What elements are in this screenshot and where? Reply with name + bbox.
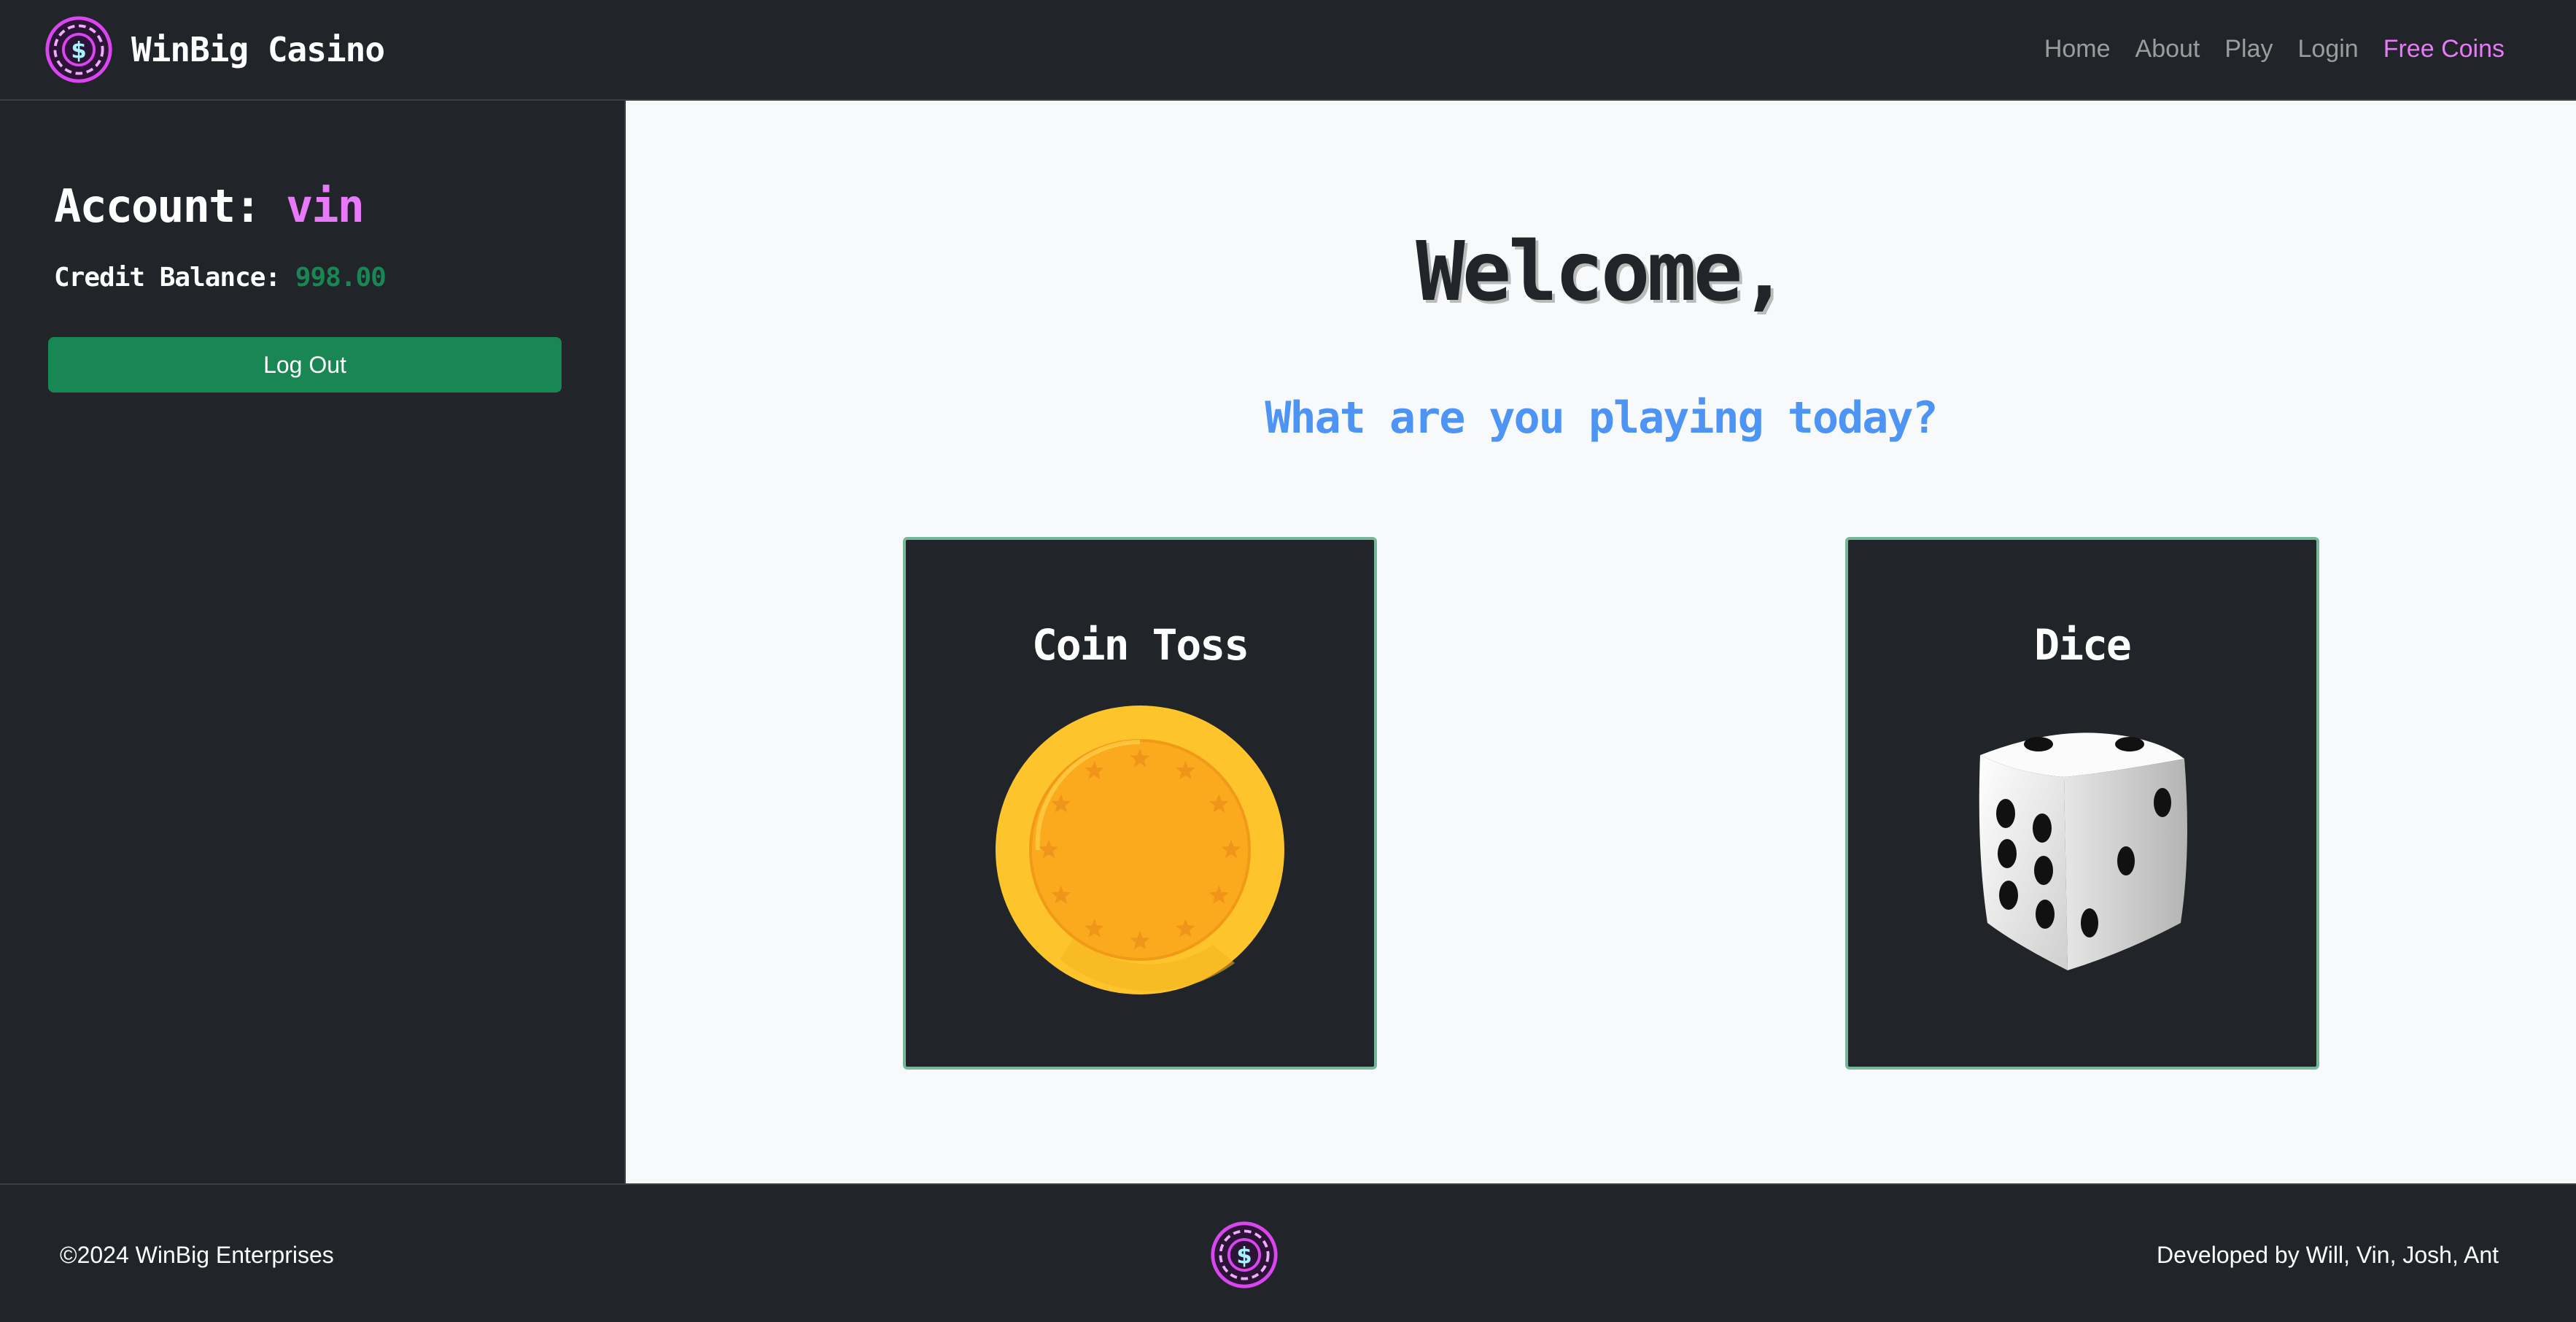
nav-links: Home About Play Login Free Coins xyxy=(2020,29,2505,69)
nav-link-home[interactable]: Home xyxy=(2044,35,2111,63)
top-navbar: $ WinBig Casino Home About Play Login Fr… xyxy=(0,0,2576,101)
casino-chip-logo-icon: $ xyxy=(45,16,112,83)
dice-icon xyxy=(1979,732,2187,970)
svg-text:$: $ xyxy=(1236,1243,1252,1269)
credit-balance-label: Credit Balance: xyxy=(54,263,281,293)
svg-text:$: $ xyxy=(71,38,86,64)
account-sidebar: Account: vin Credit Balance: 998.00 Log … xyxy=(0,101,626,1183)
coin-icon xyxy=(996,706,1284,994)
account-label: Account: xyxy=(54,179,262,233)
nav-link-login[interactable]: Login xyxy=(2298,35,2359,63)
credit-balance: Credit Balance: 998.00 xyxy=(54,263,387,293)
game-card-title: Coin Toss xyxy=(1031,620,1249,670)
account-username: vin xyxy=(285,179,365,233)
casino-chip-logo-icon: $ xyxy=(1211,1221,1278,1288)
page-footer: ©2024 WinBig Enterprises $ Developed by … xyxy=(0,1183,2576,1322)
copyright-text: ©2024 WinBig Enterprises xyxy=(60,1242,334,1268)
nav-link-free-coins[interactable]: Free Coins xyxy=(2383,35,2505,63)
developer-credits: Developed by Will, Vin, Josh, Ant xyxy=(2157,1242,2499,1268)
game-prompt: What are you playing today? xyxy=(1265,393,1938,444)
credit-balance-value: 998.00 xyxy=(295,263,387,293)
game-card-title: Dice xyxy=(2034,620,2132,670)
welcome-heading: Welcome, xyxy=(1416,225,1788,320)
main-content: Welcome, What are you playing today? Coi… xyxy=(626,101,2576,1183)
nav-link-play[interactable]: Play xyxy=(2224,35,2273,63)
account-heading: Account: vin xyxy=(54,179,365,233)
game-card-coin-toss[interactable]: Coin Toss xyxy=(903,537,1377,1070)
nav-link-about[interactable]: About xyxy=(2135,35,2200,63)
brand-name: WinBig Casino xyxy=(131,30,385,69)
game-card-dice[interactable]: Dice xyxy=(1845,537,2319,1070)
logout-button[interactable]: Log Out xyxy=(48,337,562,393)
brand-home-link[interactable]: $ WinBig Casino xyxy=(44,15,385,85)
